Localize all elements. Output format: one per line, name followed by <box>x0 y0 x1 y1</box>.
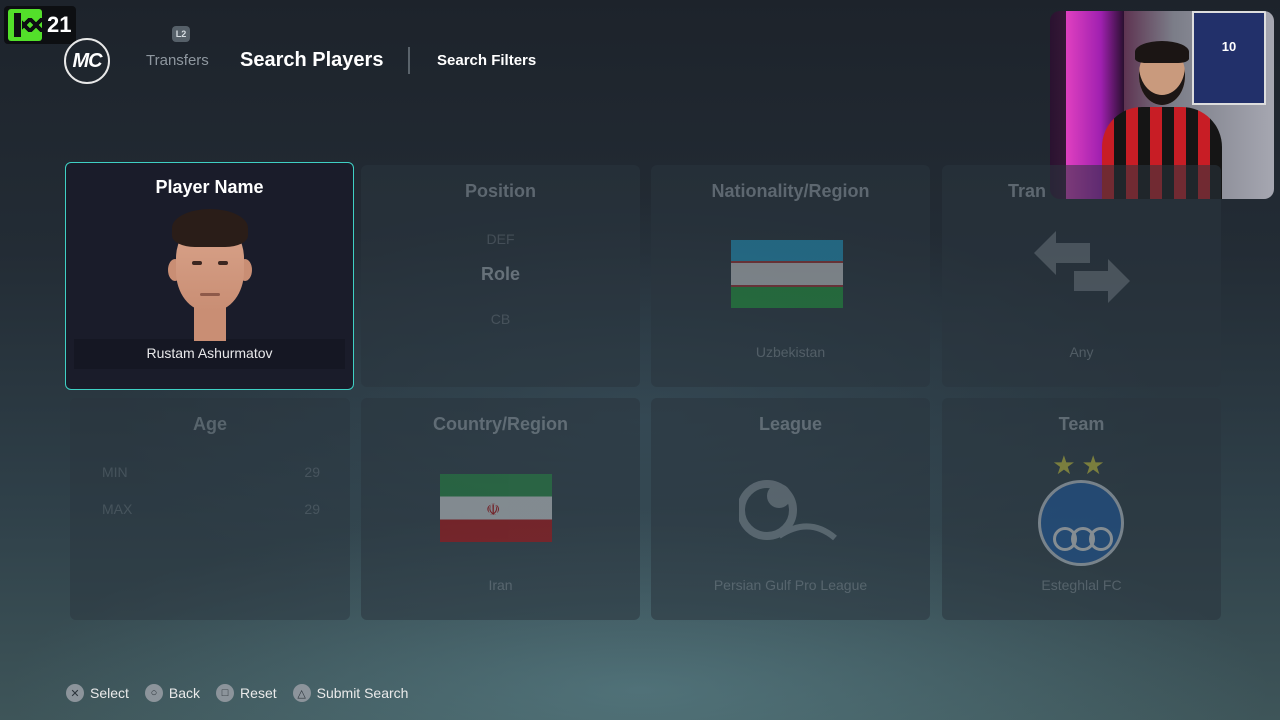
transfer-arrows-icon <box>1034 231 1130 303</box>
country-title: Country/Region <box>433 414 568 434</box>
persian-gulf-league-logo-icon <box>739 480 837 541</box>
channel-badge: 21 <box>4 6 76 44</box>
league-card[interactable]: League Persian Gulf Pro League <box>651 398 930 620</box>
uzbekistan-flag-icon <box>731 240 843 308</box>
portrait-eye <box>218 261 228 265</box>
back-label: Back <box>168 685 201 701</box>
transfer-value: Any <box>1069 344 1094 360</box>
nav-transfers[interactable]: Transfers <box>146 52 209 69</box>
portrait-eye <box>192 261 202 265</box>
team-title: Team <box>1058 414 1105 434</box>
mc-logo: MC <box>64 38 110 84</box>
age-title: Age <box>192 414 227 434</box>
k-channel-logo-icon <box>8 9 42 41</box>
position-current: Role <box>480 264 520 284</box>
square-button-icon: □ <box>216 684 235 702</box>
age-min-label: MIN <box>102 464 128 480</box>
player-name-value: Rustam Ashurmatov <box>146 345 273 361</box>
submit-search-hint[interactable]: △ Submit Search <box>292 684 409 702</box>
channel-number: 21 <box>47 12 72 37</box>
back-hint[interactable]: ○ Back <box>144 684 201 702</box>
country-value: Iran <box>488 577 513 593</box>
streamer-hair <box>1135 41 1189 63</box>
team-card[interactable]: Team ★★ Esteghlal FC <box>942 398 1221 620</box>
header-divider <box>408 47 410 74</box>
l2-shoulder-icon: L2 <box>172 26 190 42</box>
age-max-label: MAX <box>102 501 133 517</box>
button-hints: ✕ Select ○ Back □ Reset △ Submit Search <box>66 684 424 702</box>
reset-hint[interactable]: □ Reset <box>216 684 277 702</box>
portrait-hair <box>172 209 248 247</box>
transfer-card[interactable]: Tran Any <box>942 165 1221 387</box>
submit-search-label: Submit Search <box>316 685 409 701</box>
league-title: League <box>758 414 823 434</box>
portrait-mouth <box>200 293 220 296</box>
league-value: Persian Gulf Pro League <box>713 577 868 593</box>
nationality-value: Uzbekistan <box>755 344 826 360</box>
age-max-value: 29 <box>304 501 320 517</box>
age-max-row[interactable]: MAX 29 <box>102 501 320 517</box>
position-next: CB <box>490 311 511 327</box>
select-hint[interactable]: ✕ Select <box>66 684 129 702</box>
tab-search-filters[interactable]: Search Filters <box>437 52 536 69</box>
age-min-value: 29 <box>304 464 320 480</box>
circle-button-icon: ○ <box>144 684 163 702</box>
team-value: Esteghlal FC <box>1041 577 1122 593</box>
player-name-card[interactable]: Player Name Rustam Ashurmatov <box>65 162 354 390</box>
position-card[interactable]: Position DEF Role CB <box>361 165 640 387</box>
crest-ring <box>1089 527 1113 551</box>
player-name-title: Player Name <box>155 177 264 197</box>
star-icons: ★★ <box>1052 450 1111 480</box>
nationality-card[interactable]: Nationality/Region Uzbekistan <box>651 165 930 387</box>
jersey-number: 10 <box>1221 39 1237 54</box>
iran-flag-icon: ☫ <box>440 474 552 542</box>
transfer-title: Tran <box>1008 181 1047 201</box>
age-min-row[interactable]: MIN 29 <box>102 464 320 480</box>
triangle-button-icon: △ <box>292 684 311 702</box>
position-prev: DEF <box>486 231 515 247</box>
country-card[interactable]: Country/Region ☫ Iran <box>361 398 640 620</box>
esteghlal-crest-icon <box>1038 480 1124 566</box>
player-portrait <box>158 209 262 341</box>
page-title: Search Players <box>240 49 384 71</box>
cross-button-icon: ✕ <box>66 684 84 702</box>
age-card[interactable]: Age MIN 29 MAX 29 <box>70 398 350 620</box>
position-title: Position <box>465 181 536 201</box>
reset-label: Reset <box>240 685 277 701</box>
select-label: Select <box>90 685 129 701</box>
nationality-title: Nationality/Region <box>711 181 870 201</box>
